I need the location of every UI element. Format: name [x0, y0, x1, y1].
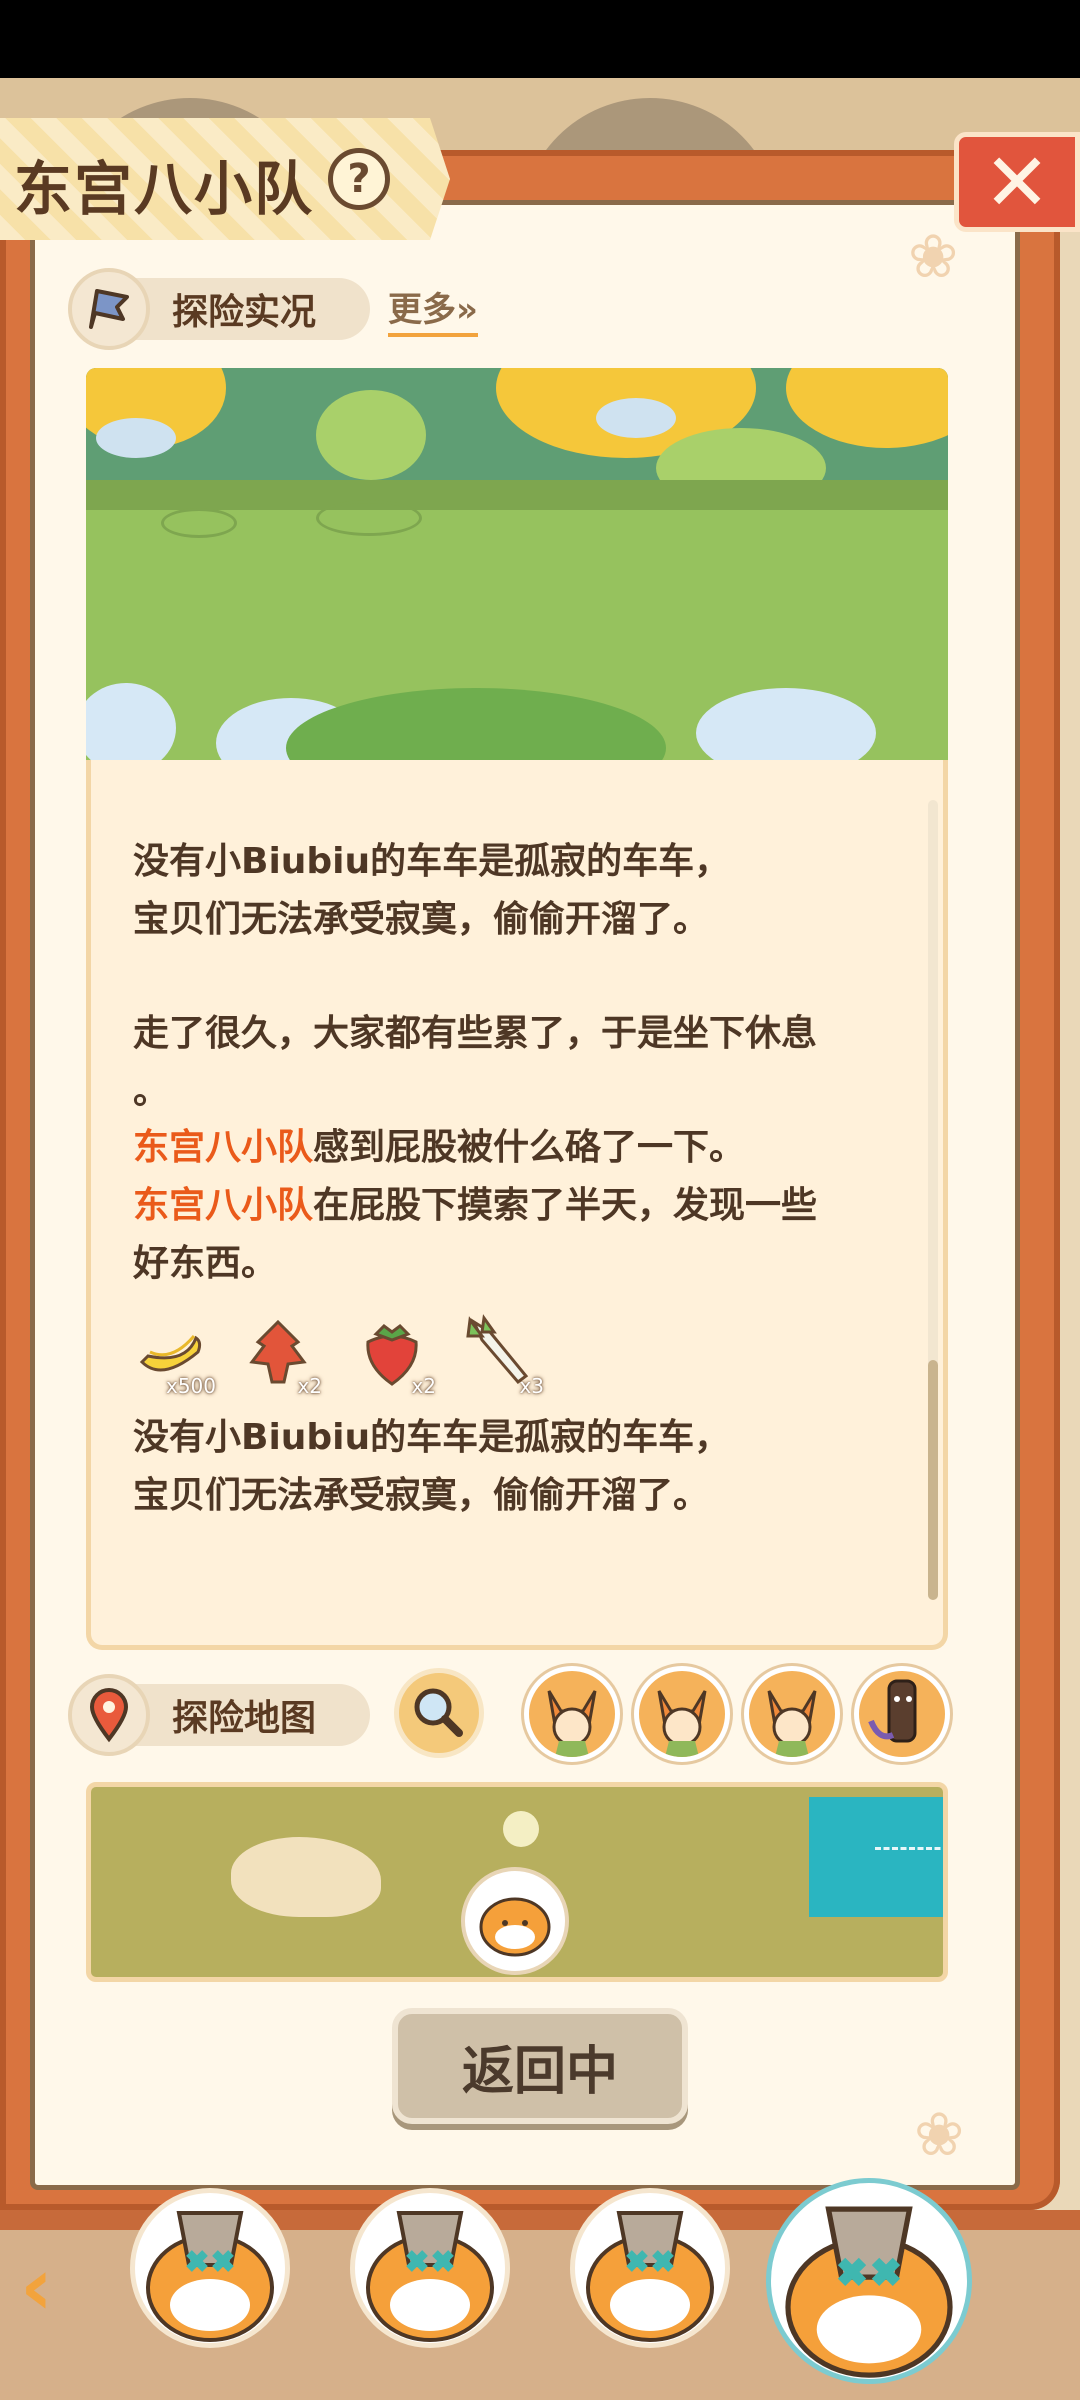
- map-section-label: 探险地图: [172, 1698, 317, 1739]
- back-arrow-icon[interactable]: ‹: [20, 2240, 53, 2333]
- return-button[interactable]: 返回中: [392, 2008, 688, 2124]
- paw-decoration-icon: ❀: [908, 222, 959, 292]
- log-text: 东宫八小队感到屁股被什么硌了一下。: [133, 1120, 745, 1176]
- map-search-button[interactable]: [394, 1668, 484, 1758]
- expedition-log[interactable]: 没有小Biubiu的车车是孤寂的车车， 宝贝们无法承受寂寞，偷偷开溜了。 走了很…: [86, 760, 948, 1650]
- location-pin-icon: [68, 1674, 150, 1756]
- close-icon: ✕: [983, 135, 1051, 229]
- expedition-section-header: 探险实况: [68, 268, 370, 350]
- tiger-icon: [479, 1897, 551, 1957]
- team-member-avatar[interactable]: [744, 1666, 840, 1762]
- log-text: 走了很久，大家都有些累了，于是坐下休息: [133, 1013, 818, 1054]
- log-scrollbar-thumb[interactable]: [928, 1360, 938, 1600]
- magnifier-icon: [414, 1688, 463, 1737]
- reward-item[interactable]: x3: [460, 1312, 544, 1398]
- more-link[interactable]: 更多»: [388, 282, 478, 337]
- log-text: 没有小Biubiu的车车是孤寂的车车，: [133, 1417, 731, 1458]
- map-section-header: 探险地图: [68, 1674, 370, 1756]
- team-slot[interactable]: [350, 2188, 510, 2348]
- item-quantity: x2: [411, 1374, 436, 1398]
- expedition-section-label: 探险实况: [172, 292, 317, 333]
- team-slot[interactable]: [570, 2188, 730, 2348]
- flag-icon: [68, 268, 150, 350]
- expedition-map[interactable]: [86, 1782, 948, 1982]
- team-member-avatar[interactable]: [524, 1666, 620, 1762]
- tiger-icon: [785, 2206, 953, 2378]
- tiger-icon: [146, 2211, 274, 2342]
- log-text: 宝贝们无法承受寂寞，偷偷开溜了。: [133, 1475, 710, 1516]
- help-button[interactable]: ?: [328, 148, 390, 210]
- close-button[interactable]: ✕: [954, 132, 1080, 232]
- item-quantity: x3: [519, 1374, 544, 1398]
- tiger-icon: [366, 2211, 494, 2342]
- help-icon: ?: [347, 156, 371, 202]
- team-name-highlight: 东宫八小队: [133, 1185, 314, 1226]
- log-text: 宝贝们无法承受寂寞，偷偷开溜了。: [133, 899, 710, 940]
- fox-avatar-icon: [547, 1690, 597, 1757]
- reward-item[interactable]: x500: [132, 1312, 216, 1398]
- expedition-scene-image: [86, 368, 948, 760]
- fox-avatar-icon: [767, 1690, 817, 1757]
- reward-item[interactable]: x2: [352, 1312, 436, 1398]
- fox-avatar-icon: [657, 1690, 707, 1757]
- page-title: 东宫八小队: [14, 155, 315, 223]
- log-text: 。: [133, 1071, 170, 1112]
- map-water: [809, 1797, 943, 1917]
- team-member-avatar[interactable]: [854, 1666, 950, 1762]
- status-bar: [0, 0, 1080, 78]
- paw-decoration-icon: ❀: [914, 2100, 965, 2170]
- team-name-highlight: 东宫八小队: [133, 1127, 314, 1168]
- creature-avatar-icon: [868, 1679, 917, 1743]
- item-quantity: x500: [165, 1374, 216, 1398]
- reward-item[interactable]: x2: [238, 1312, 322, 1398]
- log-text-rest: 感到屁股被什么硌了一下。: [313, 1127, 746, 1168]
- map-player-marker[interactable]: [461, 1867, 569, 1975]
- log-text: 没有小Biubiu的车车是孤寂的车车，: [133, 841, 731, 882]
- item-quantity: x2: [297, 1374, 322, 1398]
- log-text-rest: 在屁股下摸索了半天，发现一些: [313, 1185, 818, 1226]
- team-slot[interactable]: [130, 2188, 290, 2348]
- log-text: 东宫八小队在屁股下摸索了半天，发现一些: [133, 1178, 817, 1234]
- team-slot-selected[interactable]: [766, 2178, 972, 2384]
- tiger-icon: [586, 2211, 714, 2342]
- team-member-avatar[interactable]: [634, 1666, 730, 1762]
- log-text: 好东西。: [133, 1243, 278, 1284]
